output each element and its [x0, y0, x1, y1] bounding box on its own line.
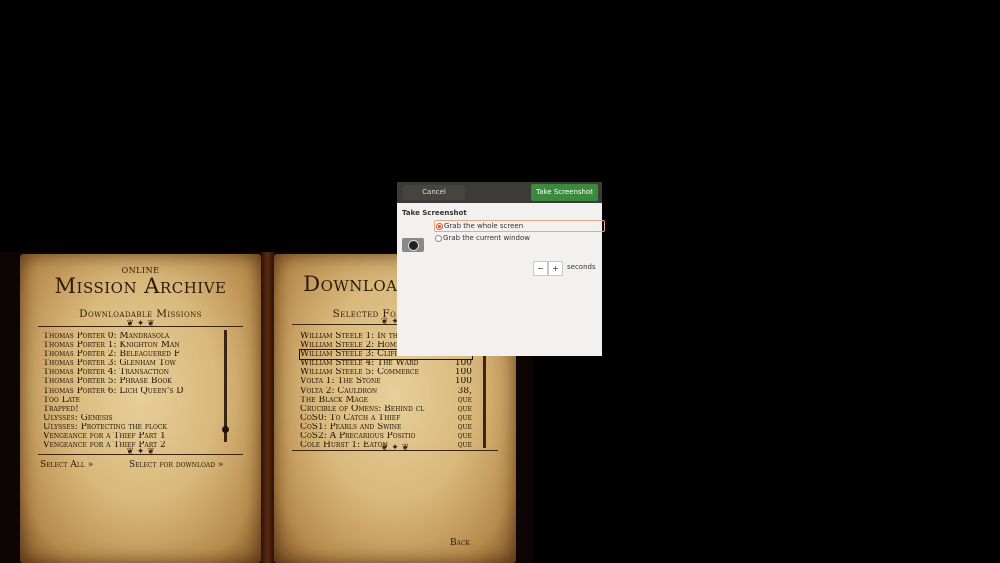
download-mission-name: Volta 2: Cauldron — [300, 386, 378, 396]
take-screenshot-button[interactable]: Take Screenshot — [531, 184, 598, 201]
download-mission-name: CoS2: A Precarious Positio — [300, 432, 416, 442]
mission-archive-title: Mission Archive — [54, 274, 227, 298]
take-screenshot-heading: Take Screenshot — [402, 209, 467, 217]
download-mission-name: Cole Hurst 1: Eaton — [300, 441, 388, 451]
download-list-item[interactable]: The Black Mage que — [300, 396, 472, 405]
download-progress: que — [457, 441, 472, 451]
missions-scroll-thumb[interactable] — [222, 426, 229, 433]
mission-list-item[interactable]: Ulysses: Genesis — [43, 414, 218, 423]
download-progress: 100 — [454, 359, 472, 369]
mission-list-item[interactable]: Thomas Porter 6: Lich Queen's D — [43, 387, 218, 396]
download-mission-name: William Steele 5: Commerce — [300, 368, 420, 378]
downloadable-missions-list[interactable]: Thomas Porter 0: Mandrasola Thomas Porter… — [43, 332, 218, 450]
select-all-button[interactable]: Select All » — [40, 460, 93, 470]
increase-delay-button[interactable]: + — [548, 261, 563, 276]
download-progress: que — [457, 432, 472, 442]
download-list-item[interactable]: William Steele 5: Commerce 100 — [300, 368, 472, 377]
mission-list-item[interactable]: Thomas Porter 0: Mandrasola — [43, 332, 218, 341]
download-list-item[interactable]: CoS2: A Precarious Positio que — [300, 432, 472, 441]
mission-list-item[interactable]: Ulysses: Protecting the flock — [43, 423, 218, 432]
mission-list-item[interactable]: Thomas Porter 2: Beleaguered F — [43, 350, 218, 359]
radio-selected-icon[interactable] — [436, 223, 443, 230]
grab-current-window-option[interactable]: Grab the current window — [434, 233, 603, 243]
download-progress: que — [457, 404, 472, 414]
dialog-header: Cancel Take Screenshot — [397, 182, 602, 203]
download-progress: que — [457, 413, 472, 423]
radio-icon[interactable] — [435, 235, 442, 242]
cancel-button[interactable]: Cancel — [403, 185, 465, 200]
mission-list-item[interactable]: Trapped! — [43, 405, 218, 414]
mission-list-item[interactable]: Vengeance for a Thief Part 1 — [43, 432, 218, 441]
ornament-divider — [292, 450, 498, 451]
select-for-download-button[interactable]: Select for download » — [129, 460, 223, 470]
download-mission-name: Volta 1: The Stone — [300, 377, 381, 387]
download-progress: 38, — [457, 386, 472, 396]
download-mission-name: The Black Mage — [300, 395, 369, 405]
ornament-divider — [38, 454, 243, 455]
download-list-item[interactable]: CoS1: Pearls and Swine que — [300, 423, 472, 432]
mission-list-item[interactable]: Too Late — [43, 396, 218, 405]
download-list-item[interactable]: Volta 1: The Stone 100 — [300, 377, 472, 386]
download-list-item[interactable]: CoS0: To Catch a Thief que — [300, 414, 472, 423]
mission-archive-page: online Mission Archive Downloadable Miss… — [20, 254, 261, 563]
grab-current-window-label: Grab the current window — [443, 234, 531, 242]
mission-list-item[interactable]: Thomas Porter 3: Glenham Tow — [43, 359, 218, 368]
grab-whole-screen-label: Grab the whole screen — [444, 222, 524, 230]
download-progress: 100 — [454, 377, 472, 387]
download-list-item[interactable]: Crucible of Omens: Behind cl que — [300, 405, 472, 414]
download-list-item[interactable]: William Steele 4: The Ward 100 — [300, 359, 472, 368]
missions-scrollbar[interactable] — [222, 330, 229, 442]
mission-list-item[interactable]: Thomas Porter 5: Phrase Book — [43, 377, 218, 386]
book-binding — [261, 252, 274, 563]
download-list-item[interactable]: Volta 2: Cauldron 38, — [300, 387, 472, 396]
seconds-label: seconds — [567, 263, 596, 271]
mission-list-item[interactable]: Thomas Porter 1: Knighton Man — [43, 341, 218, 350]
download-mission-name: CoS0: To Catch a Thief — [300, 413, 401, 423]
ornament-divider — [38, 326, 243, 327]
screenshot-dialog: Cancel Take Screenshot Take Screenshot G… — [397, 182, 605, 356]
download-progress: 100 — [454, 368, 472, 378]
download-mission-name: William Steele 4: The Ward — [300, 359, 419, 369]
decrease-delay-button[interactable]: − — [533, 261, 548, 276]
download-progress: que — [457, 422, 472, 432]
camera-icon — [402, 238, 424, 252]
download-mission-name: CoS1: Pearls and Swine — [300, 422, 402, 432]
grab-whole-screen-option[interactable]: Grab the whole screen — [434, 220, 605, 232]
download-progress: que — [457, 395, 472, 405]
mission-list-item[interactable]: Thomas Porter 4: Transaction — [43, 368, 218, 377]
download-mission-name: Crucible of Omens: Behind cl — [300, 404, 425, 414]
back-button[interactable]: Back — [450, 538, 470, 548]
